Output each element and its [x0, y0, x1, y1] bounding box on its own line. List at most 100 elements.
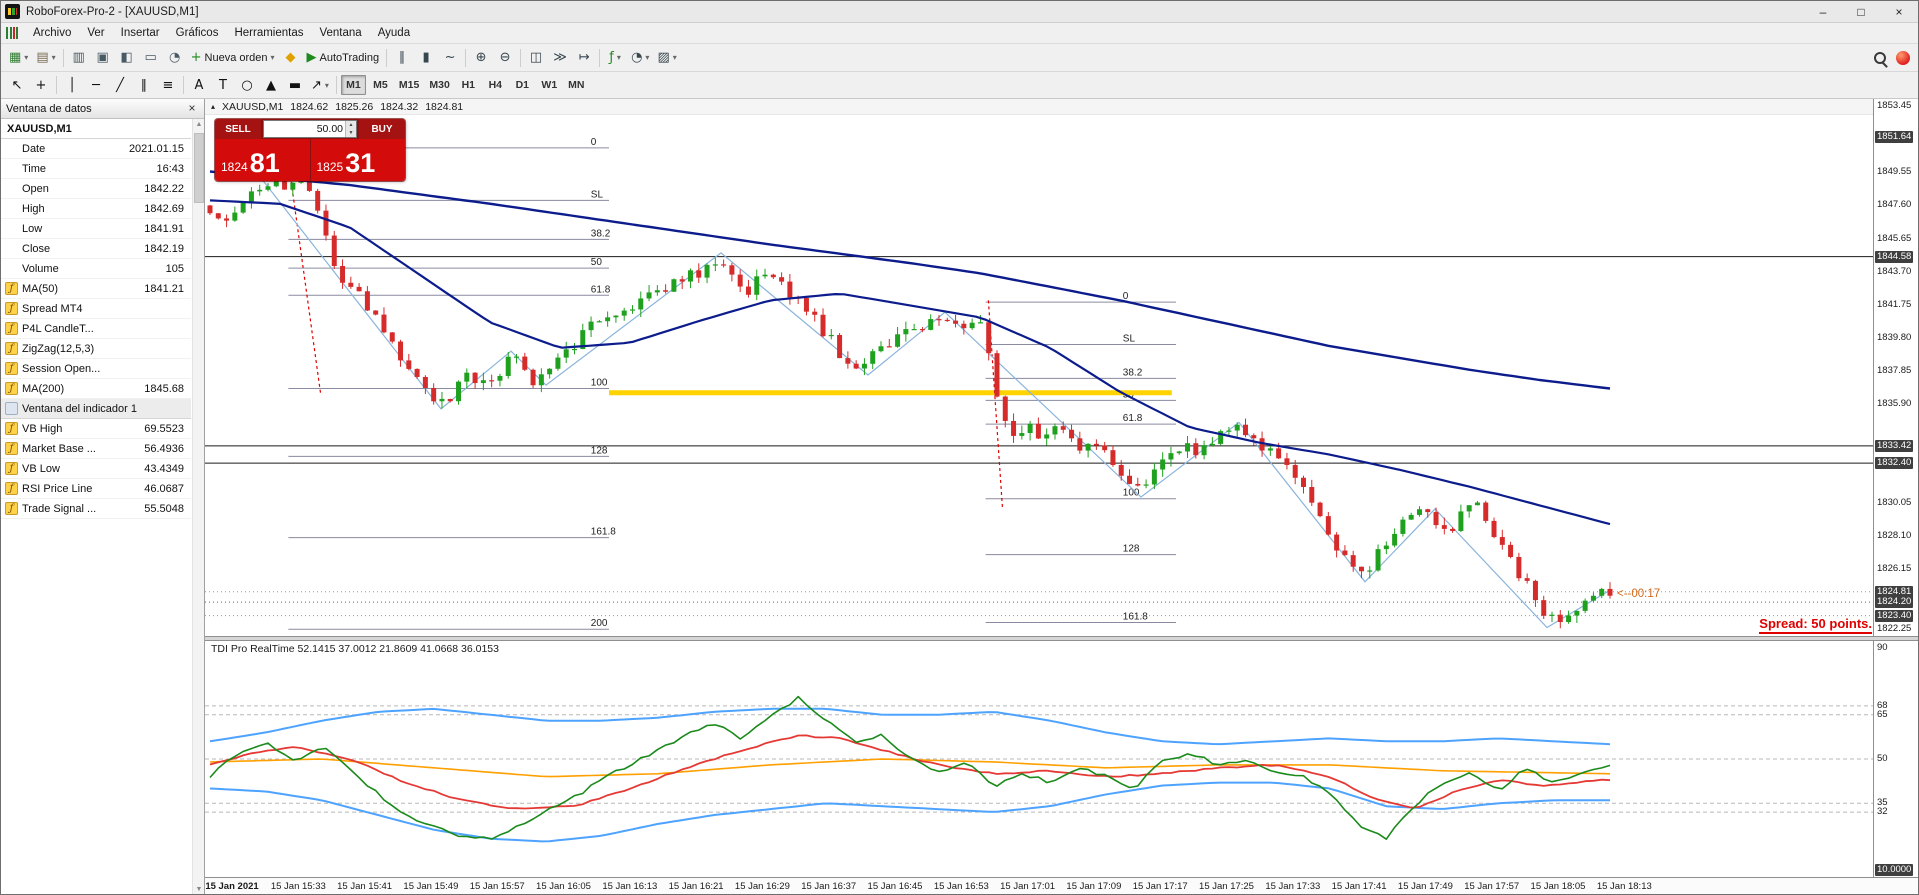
time-axis-label: 15 Jan 17:25 [1199, 881, 1254, 892]
scroll-up-icon[interactable]: ▲ [193, 119, 205, 131]
arrows-button[interactable]: ↗▾ [308, 74, 332, 96]
titlebar[interactable]: RoboForex-Pro-2 - [XAUUSD,M1] –□× [1, 1, 1918, 23]
metaeditor-button[interactable]: ◆ [280, 47, 302, 69]
search-icon[interactable] [1874, 52, 1886, 64]
new-chart-button[interactable]: ▦▾ [6, 47, 31, 69]
triangle-button[interactable]: ▲ [260, 74, 282, 96]
navigator-button[interactable]: ◧ [116, 47, 138, 69]
profiles-button[interactable]: ▤▾ [33, 47, 58, 69]
vertical-line-button[interactable]: │ [61, 74, 83, 96]
ellipse-button[interactable]: ○ [236, 74, 258, 96]
cursor-button[interactable]: ↖ [6, 74, 28, 96]
toolbar-separator [599, 49, 600, 67]
lot-size-value[interactable]: 50.00 [264, 121, 345, 137]
menu-item-ventana[interactable]: Ventana [311, 24, 369, 42]
periods-button[interactable]: ◔▾ [628, 47, 652, 69]
autotrading-button[interactable]: ▶AutoTrading [304, 47, 383, 69]
data-window-row-label: RSI Price Line [22, 483, 144, 495]
chart-info-open: 1824.62 [290, 101, 328, 113]
triangle-icon: ▲ [266, 79, 276, 92]
crosshair-icon: + [36, 79, 47, 92]
time-axis[interactable]: 15 Jan 202115 Jan 15:3315 Jan 15:4115 Ja… [205, 877, 1918, 895]
indicator-icon: ƒ [5, 282, 18, 295]
timeframe-h4-button[interactable]: H4 [483, 75, 508, 95]
text-button[interactable]: A [188, 74, 210, 96]
timeframe-h1-button[interactable]: H1 [456, 75, 481, 95]
close-button[interactable]: × [1880, 1, 1918, 22]
lot-increase-button[interactable]: ▲ [346, 121, 356, 129]
indicator-panel[interactable]: TDI Pro RealTime 52.1415 37.0012 21.8609… [205, 641, 1875, 877]
buy-price[interactable]: 1825 31 [311, 139, 406, 181]
minimize-button[interactable]: – [1804, 1, 1842, 22]
svg-text:SL: SL [591, 189, 604, 200]
data-window-row-label: ZigZag(12,5,3) [22, 343, 184, 355]
timeframe-m15-button[interactable]: M15 [395, 75, 423, 95]
maximize-button[interactable]: □ [1842, 1, 1880, 22]
buy-button[interactable]: BUY [359, 119, 405, 139]
terminal-button[interactable]: ▭ [140, 47, 162, 69]
data-window-row-label: Ventana del indicador 1 [22, 403, 184, 415]
window-icon [5, 402, 18, 415]
svg-text:61.8: 61.8 [1123, 413, 1143, 424]
timeframe-m1-button[interactable]: M1 [341, 75, 366, 95]
timeframe-w1-button[interactable]: W1 [537, 75, 562, 95]
data-window-button[interactable]: ▣ [92, 47, 114, 69]
panel-separator[interactable] [205, 636, 1918, 641]
timeframe-d1-button[interactable]: D1 [510, 75, 535, 95]
menu-item-ayuda[interactable]: Ayuda [370, 24, 418, 42]
menu-item-graficos[interactable]: Gráficos [168, 24, 227, 42]
crosshair-button[interactable]: + [30, 74, 52, 96]
timeframe-m5-button[interactable]: M5 [368, 75, 393, 95]
chart-canvas[interactable]: 0SL38.25061.8100128161.82000SL38.25061.8… [205, 99, 1875, 636]
text-label-button[interactable]: T [212, 74, 234, 96]
candlestick-chart-button[interactable]: ▮ [415, 47, 437, 69]
price-axis[interactable]: 1853.451849.551847.601845.651843.701841.… [1873, 99, 1918, 877]
line-chart-button[interactable]: ~ [439, 47, 461, 69]
periods-icon: ◔ [631, 51, 642, 64]
time-axis-label: 15 Jan 15:49 [403, 881, 458, 892]
time-axis-label: 15 Jan 18:05 [1531, 881, 1586, 892]
data-window-row-value: 1841.91 [144, 223, 187, 235]
zoom-in-button[interactable]: ⊕ [470, 47, 492, 69]
strategy-tester-button[interactable]: ◔ [164, 47, 186, 69]
sell-button[interactable]: SELL [215, 119, 261, 139]
menu-item-insertar[interactable]: Insertar [113, 24, 168, 42]
time-axis-label: 15 Jan 17:01 [1000, 881, 1055, 892]
tile-windows-button[interactable]: ◫ [525, 47, 547, 69]
indicators-button[interactable]: ƒ▾ [604, 47, 626, 69]
sell-price[interactable]: 1824 81 [215, 139, 311, 181]
buy-price-small: 1825 [317, 160, 344, 174]
timeframe-m30-button[interactable]: M30 [425, 75, 453, 95]
new-order-button[interactable]: +Nueva orden▾ [188, 47, 278, 69]
close-icon[interactable]: × [185, 102, 199, 116]
horizontal-line-button[interactable]: ─ [85, 74, 107, 96]
chart-shift-button[interactable]: ↦ [573, 47, 595, 69]
indicator-canvas[interactable] [205, 641, 1875, 877]
trendline-button[interactable]: ╱ [109, 74, 131, 96]
scrollbar-thumb[interactable] [194, 133, 204, 203]
data-window-row: Ventana del indicador 1 [1, 399, 191, 419]
channel-button[interactable]: ∥ [133, 74, 155, 96]
auto-scroll-button[interactable]: ≫ [549, 47, 571, 69]
data-window-icon: ▣ [96, 51, 108, 64]
time-axis-label: 15 Jan 15:41 [337, 881, 392, 892]
scroll-down-icon[interactable]: ▼ [193, 884, 205, 895]
fibonacci-button[interactable]: ≡ [157, 74, 179, 96]
zoom-out-button[interactable]: ⊖ [494, 47, 516, 69]
scrollbar[interactable]: ▲ ▼ [192, 119, 204, 895]
menu-item-herramientas[interactable]: Herramientas [226, 24, 311, 42]
lot-decrease-button[interactable]: ▼ [346, 129, 356, 137]
indicator-tick-label: 32 [1877, 806, 1888, 818]
rectangle-button[interactable]: ▬ [284, 74, 306, 96]
templates-button[interactable]: ▨▾ [654, 47, 679, 69]
one-click-trading-panel: SELL 50.00 ▲ ▼ BUY 1824 [215, 119, 405, 181]
bar-chart-button[interactable]: ∥ [391, 47, 413, 69]
market-watch-button[interactable]: ▥ [68, 47, 90, 69]
data-window-header[interactable]: Ventana de datos × [1, 99, 204, 119]
chart-info-bar: ▴ XAUUSD,M1 1824.62 1825.26 1824.32 1824… [205, 99, 1875, 115]
timeframe-mn-button[interactable]: MN [564, 75, 589, 95]
menu-item-ver[interactable]: Ver [79, 24, 112, 42]
lot-size-field[interactable]: 50.00 ▲ ▼ [263, 120, 357, 138]
time-axis-label: 15 Jan 17:17 [1133, 881, 1188, 892]
menu-item-archivo[interactable]: Archivo [25, 24, 79, 42]
